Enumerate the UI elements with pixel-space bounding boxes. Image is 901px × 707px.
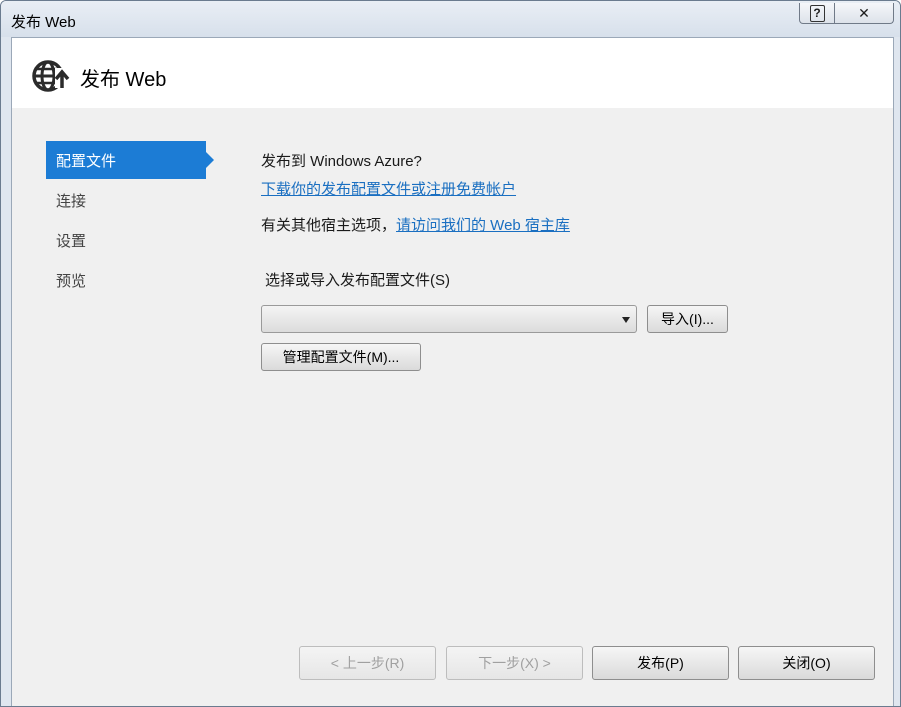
publish-button[interactable]: 发布(P) (592, 646, 729, 680)
help-button[interactable]: ? (799, 3, 835, 24)
close-button[interactable]: 关闭(O) (738, 646, 875, 680)
publish-web-dialog: 发布 Web ? ✕ 发布 Web 配置文件 连接 设置 预览 发布到 Wind… (0, 0, 901, 707)
title-bar: 发布 Web ? ✕ (1, 1, 900, 37)
sidebar-item-label: 预览 (56, 273, 87, 290)
next-button[interactable]: 下一步(X) > (446, 646, 583, 680)
manage-profiles-button[interactable]: 管理配置文件(M)... (261, 343, 421, 371)
window-title: 发布 Web (11, 14, 76, 31)
profile-select-label: 选择或导入发布配置文件(S) (265, 272, 450, 289)
sidebar-item-label: 设置 (56, 233, 87, 250)
chevron-down-icon (622, 317, 630, 323)
azure-download-link[interactable]: 下载你的发布配置文件或注册免费帐户 (261, 178, 516, 199)
other-hosting-prefix: 有关其他宿主选项， (261, 217, 397, 234)
azure-question-text: 发布到 Windows Azure? (261, 153, 422, 170)
import-button[interactable]: 导入(I)... (647, 305, 728, 333)
sidebar-item-preview[interactable]: 预览 (46, 261, 206, 299)
close-icon: ✕ (858, 4, 870, 21)
dialog-header: 发布 Web (12, 38, 893, 108)
sidebar-item-settings[interactable]: 设置 (46, 221, 206, 259)
sidebar-item-label: 连接 (56, 193, 87, 210)
close-window-button[interactable]: ✕ (834, 3, 894, 24)
sidebar-item-profile[interactable]: 配置文件 (46, 141, 214, 179)
dialog-client-area: 发布 Web 配置文件 连接 设置 预览 发布到 Windows Azure? … (11, 37, 894, 706)
sidebar-item-connection[interactable]: 连接 (46, 181, 206, 219)
help-icon: ? (809, 4, 825, 22)
globe-upload-icon (32, 60, 70, 92)
previous-button[interactable]: < 上一步(R) (299, 646, 436, 680)
sidebar-item-label: 配置文件 (56, 153, 117, 170)
hosting-gallery-link[interactable]: 请访问我们的 Web 宿主库 (396, 217, 570, 234)
other-hosting-text: 有关其他宿主选项，请访问我们的 Web 宿主库 (261, 214, 570, 235)
dialog-heading: 发布 Web (80, 69, 167, 91)
profile-select[interactable] (261, 305, 637, 333)
